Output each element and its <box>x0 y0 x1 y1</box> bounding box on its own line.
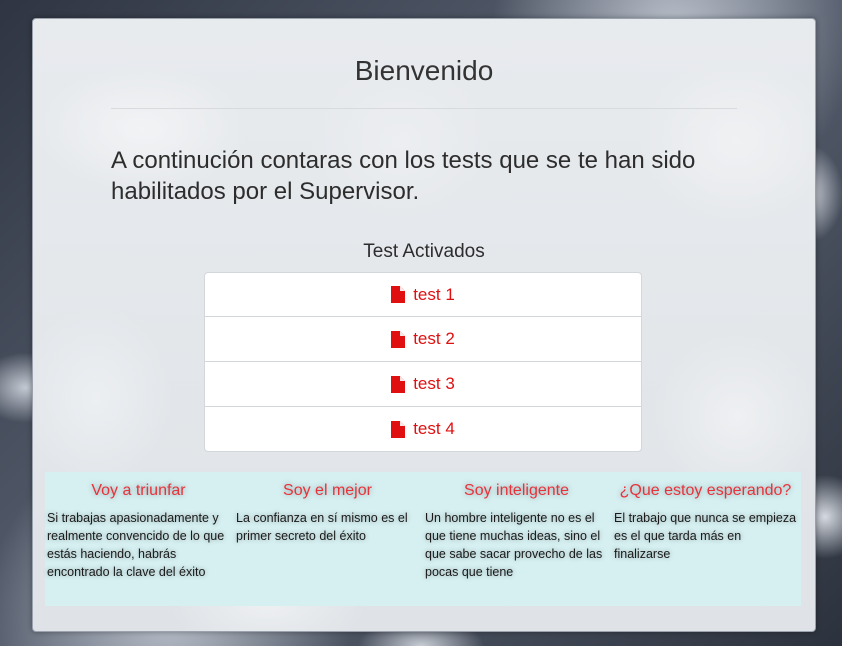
quote-text: Si trabajas apasionadamente y realmente … <box>47 511 225 579</box>
quote-title: Soy el mejor <box>283 482 372 499</box>
file-icon <box>391 420 406 438</box>
quote-title: Voy a triunfar <box>91 482 186 499</box>
motivational-quotes: Voy a triunfar Si trabajas apasionadamen… <box>45 472 801 606</box>
file-icon <box>391 330 406 348</box>
title-divider <box>111 108 737 109</box>
test-label: test 2 <box>413 329 455 348</box>
quote-card: ¿Que estoy esperando? El trabajo que nun… <box>612 472 801 606</box>
test-item-1[interactable]: test 1 <box>204 272 642 317</box>
welcome-panel: Bienvenido A continución contaras con lo… <box>32 18 816 632</box>
quote-text: El trabajo que nunca se empieza es el qu… <box>614 511 797 561</box>
tests-section-title: Test Activados <box>363 241 485 262</box>
quote-card: Voy a triunfar Si trabajas apasionadamen… <box>45 472 234 606</box>
test-label: test 1 <box>413 284 455 304</box>
test-item-4[interactable]: test 4 <box>204 406 642 452</box>
quote-title: ¿Que estoy esperando? <box>619 482 792 499</box>
test-list: test 1 test 2 test 3 test 4 <box>204 272 642 452</box>
page-title: Bienvenido <box>354 55 494 86</box>
test-label: test 4 <box>413 419 455 438</box>
file-icon <box>391 375 406 393</box>
quote-text: La confianza en sí mismo es el primer se… <box>236 511 408 543</box>
test-label: test 3 <box>413 374 455 393</box>
quote-card: Soy inteligente Un hombre inteligente no… <box>423 472 612 606</box>
intro-text: A continución contaras con los tests que… <box>111 147 696 205</box>
test-item-3[interactable]: test 3 <box>204 361 642 407</box>
test-item-2[interactable]: test 2 <box>204 316 642 362</box>
quote-title: Soy inteligente <box>464 482 569 499</box>
file-icon <box>391 286 406 303</box>
quote-text: Un hombre inteligente no es el que tiene… <box>425 511 603 579</box>
quote-card: Soy el mejor La confianza en sí mismo es… <box>234 472 423 606</box>
